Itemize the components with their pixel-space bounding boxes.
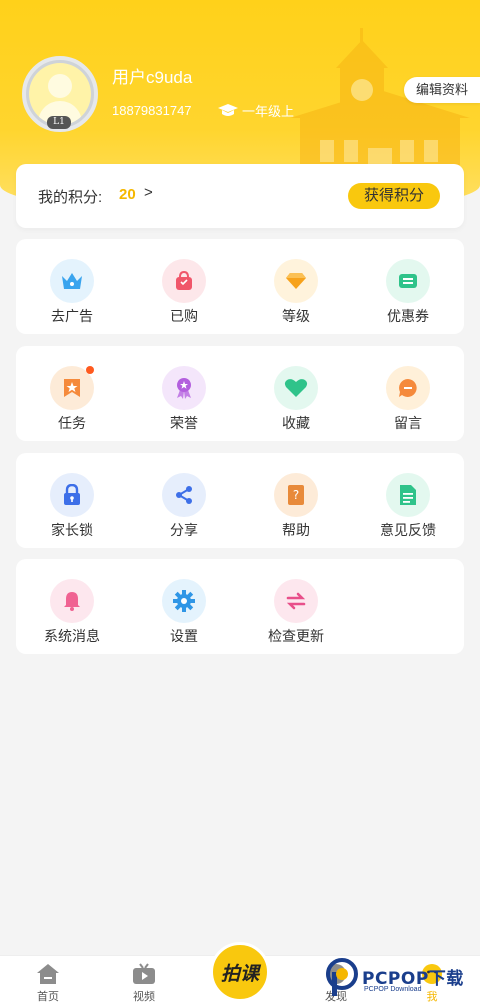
points-value[interactable]: 20 (119, 186, 136, 203)
grade-info[interactable]: 一年级上 (218, 101, 294, 120)
snap-lesson-button[interactable]: 拍课 (210, 942, 270, 1002)
menu-label: 优惠券 (387, 308, 429, 324)
menu-item-remove-ads[interactable]: 去广告 (16, 239, 128, 334)
menu-label: 荣誉 (170, 415, 198, 431)
earn-points-button[interactable]: 获得积分 (348, 183, 440, 209)
menu-item-level[interactable]: 等级 (240, 239, 352, 334)
notification-dot (86, 366, 94, 374)
menu-item-settings[interactable]: 设置 (128, 559, 240, 654)
menu-card-4: 系统消息 设置 检查更新 (16, 559, 464, 654)
menu-label: 等级 (282, 308, 310, 324)
menu-label: 意见反馈 (380, 522, 436, 538)
menu-label: 已购 (170, 308, 198, 324)
gear-icon (162, 579, 206, 623)
menu-item-parent-lock[interactable]: 家长锁 (16, 453, 128, 548)
menu-item-purchased[interactable]: 已购 (128, 239, 240, 334)
grade-label: 一年级上 (242, 104, 295, 119)
svg-text:?: ? (293, 488, 299, 502)
points-label: 我的积分: (38, 189, 103, 206)
pcpop-logo-icon (326, 958, 358, 996)
watermark: PCPOP下载 PCPOP Download (326, 958, 476, 1002)
menu-label: 留言 (394, 415, 422, 431)
menu-label: 检查更新 (268, 628, 324, 644)
menu-item-honor[interactable]: 荣誉 (128, 346, 240, 441)
tab-label: 首页 (37, 991, 59, 1003)
menu-card-3: 家长锁 分享 ? 帮助 意见反馈 (16, 453, 464, 548)
graduation-cap-icon (218, 103, 238, 116)
heart-icon (274, 366, 318, 410)
menu-label: 收藏 (282, 415, 310, 431)
menu-label: 系统消息 (44, 628, 100, 644)
refresh-icon (274, 579, 318, 623)
menu-label: 帮助 (282, 522, 310, 538)
points-card: 我的积分: 20 > 获得积分 (16, 164, 464, 228)
home-icon (37, 964, 59, 984)
menu-item-coupon[interactable]: 优惠券 (352, 239, 464, 334)
message-icon (386, 366, 430, 410)
edit-profile-button[interactable]: 编辑资料 (404, 77, 480, 103)
menu-card-1: 去广告 已购 等级 优惠券 (16, 239, 464, 334)
menu-item-check-update[interactable]: 检查更新 (240, 559, 352, 654)
feedback-doc-icon (386, 473, 430, 517)
tab-label: 视频 (133, 991, 155, 1003)
medal-icon (162, 366, 206, 410)
menu-card-2: 任务 荣誉 收藏 留言 (16, 346, 464, 441)
tab-video[interactable]: 视频 (96, 956, 192, 1008)
username: 用户c9uda (112, 68, 193, 87)
tab-home[interactable]: 首页 (0, 956, 96, 1008)
menu-label: 家长锁 (51, 522, 93, 538)
menu-item-favorites[interactable]: 收藏 (240, 346, 352, 441)
menu-label: 设置 (170, 628, 198, 644)
tv-icon (133, 963, 155, 984)
menu-label: 任务 (58, 415, 86, 431)
share-icon (162, 473, 206, 517)
phone-number: 18879831747 (112, 103, 192, 118)
menu-label: 分享 (170, 522, 198, 538)
menu-item-system-messages[interactable]: 系统消息 (16, 559, 128, 654)
task-star-icon (50, 366, 94, 410)
chevron-right-icon[interactable]: > (144, 184, 153, 201)
coupon-icon (386, 259, 430, 303)
lock-icon (50, 473, 94, 517)
menu-item-feedback[interactable]: 意见反馈 (352, 453, 464, 548)
shopping-bag-icon (162, 259, 206, 303)
level-badge: L1 (47, 116, 71, 129)
crown-icon (50, 259, 94, 303)
diamond-icon (274, 259, 318, 303)
menu-label: 去广告 (51, 308, 93, 324)
help-book-icon: ? (274, 473, 318, 517)
bell-icon (50, 579, 94, 623)
menu-item-share[interactable]: 分享 (128, 453, 240, 548)
menu-item-help[interactable]: ? 帮助 (240, 453, 352, 548)
watermark-subtext: PCPOP Download (364, 986, 422, 993)
menu-item-message[interactable]: 留言 (352, 346, 464, 441)
menu-item-task[interactable]: 任务 (16, 346, 128, 441)
